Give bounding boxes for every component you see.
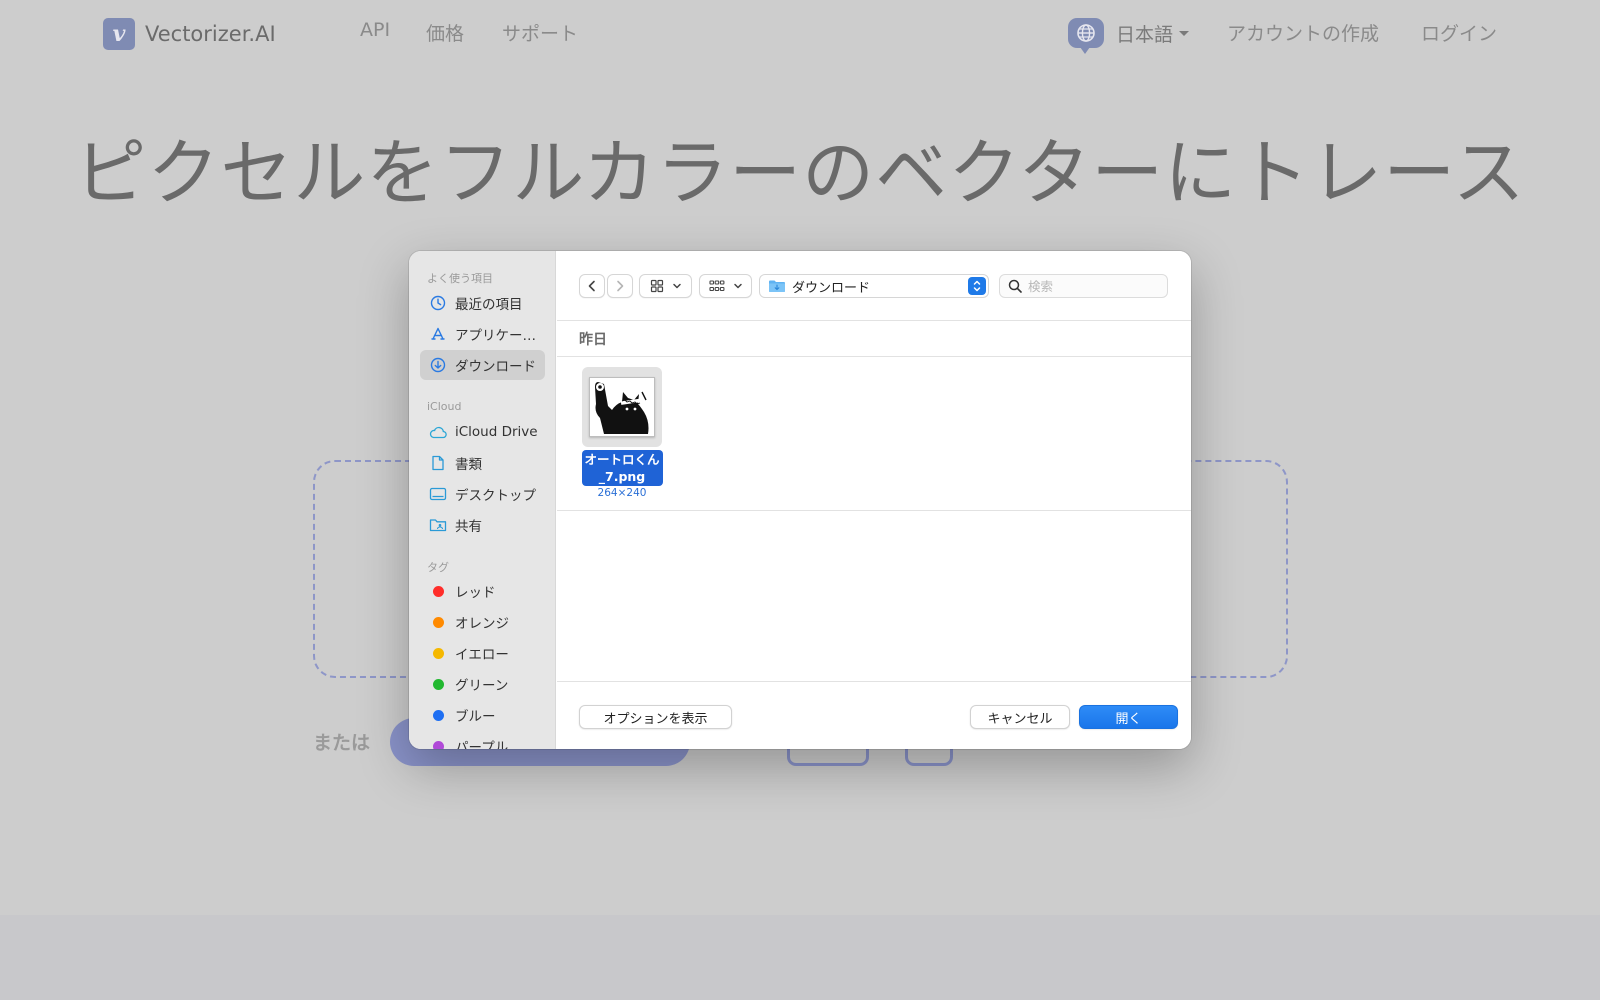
view-mode-button[interactable] xyxy=(639,274,692,298)
tag-dot xyxy=(433,678,444,690)
desktop-icon xyxy=(429,485,447,503)
group-icon xyxy=(708,280,724,292)
sidebar-item-label: レッド xyxy=(455,585,496,601)
page-footer xyxy=(0,915,1600,1000)
shared-folder-icon xyxy=(429,516,447,534)
download-icon xyxy=(429,356,447,374)
cancel-button[interactable]: キャンセル xyxy=(970,705,1070,729)
sidebar-tag-green[interactable]: グリーン xyxy=(420,669,545,699)
dialog-main: ダウンロード 昨日 xyxy=(557,251,1191,749)
logo-icon: v xyxy=(103,18,135,50)
downloads-folder-icon xyxy=(769,280,785,292)
dialog-toolbar: ダウンロード xyxy=(557,251,1191,321)
sidebar-item-label: デスクトップ xyxy=(455,488,536,504)
chevron-left-icon xyxy=(588,280,595,292)
create-account-link[interactable]: アカウントの作成 xyxy=(1227,19,1379,46)
logo-text: Vectorizer.AI xyxy=(145,22,276,46)
file-dimensions: 264×240 xyxy=(597,487,647,499)
dialog-sidebar: よく使う項目 最近の項目 アプリケー… ダウンロード iCloud iCloud xyxy=(409,251,556,749)
sidebar-item-applications[interactable]: アプリケー… xyxy=(420,319,545,349)
file-name: オートロくん_7.png xyxy=(581,450,663,486)
up-down-chevron-icon xyxy=(968,277,986,295)
sidebar-tag-orange[interactable]: オレンジ xyxy=(420,607,545,637)
back-button[interactable] xyxy=(579,274,605,298)
tag-dot xyxy=(433,709,444,721)
file-thumbnail-frame xyxy=(582,367,662,447)
hero-title: ピクセルをフルカラーのベクターにトレース xyxy=(74,131,1526,215)
clock-icon xyxy=(429,294,447,312)
tag-dot xyxy=(433,740,444,749)
show-options-button[interactable]: オプションを表示 xyxy=(579,705,732,729)
nav-link-support[interactable]: サポート xyxy=(502,19,578,46)
sidebar-item-label: パープル xyxy=(455,740,509,749)
file-item[interactable]: オートロくん_7.png 264×240 xyxy=(581,367,663,499)
icloud-heading: iCloud xyxy=(427,400,462,413)
location-label: ダウンロード xyxy=(792,280,871,296)
open-button[interactable]: 開く xyxy=(1079,705,1178,729)
language-selector[interactable]: 日本語 xyxy=(1068,18,1190,54)
document-icon xyxy=(429,454,447,472)
sidebar-item-label: アプリケー… xyxy=(455,328,536,344)
tags-heading: タグ xyxy=(427,561,449,574)
tag-dot xyxy=(433,647,444,659)
globe-icon xyxy=(1068,18,1104,54)
sidebar-item-label: ブルー xyxy=(455,709,496,725)
sidebar-item-label: オレンジ xyxy=(455,616,509,632)
sidebar-item-desktop[interactable]: デスクトップ xyxy=(420,479,545,509)
sidebar-item-label: イエロー xyxy=(455,647,509,663)
sidebar-item-documents[interactable]: 書類 xyxy=(420,448,545,478)
sidebar-item-label: 共有 xyxy=(455,519,482,535)
icon-grid-icon xyxy=(650,279,663,293)
cloud-icon xyxy=(429,423,447,441)
nav-link-api[interactable]: API xyxy=(360,19,390,41)
sidebar-item-label: 書類 xyxy=(455,457,482,473)
chevron-down-icon xyxy=(672,283,681,289)
search-field[interactable] xyxy=(999,274,1168,298)
dialog-footer: オプションを表示 キャンセル 開く xyxy=(557,681,1191,749)
tag-dot xyxy=(433,585,444,597)
applications-icon xyxy=(429,325,447,343)
sidebar-tag-red[interactable]: レッド xyxy=(420,576,545,606)
sidebar-item-label: iCloud Drive xyxy=(455,424,538,440)
nav-link-pricing[interactable]: 価格 xyxy=(426,19,464,46)
chevron-down-icon xyxy=(1179,30,1190,36)
site-logo[interactable]: v Vectorizer.AI xyxy=(103,18,276,50)
sidebar-item-label: 最近の項目 xyxy=(455,297,523,313)
site-header: v Vectorizer.AI API 価格 サポート 日本語 アカウントの作成… xyxy=(0,0,1600,64)
search-icon xyxy=(1008,279,1022,293)
search-input[interactable] xyxy=(1028,278,1158,294)
sidebar-item-shared[interactable]: 共有 xyxy=(420,510,545,540)
tag-dot xyxy=(433,616,444,628)
sidebar-item-downloads[interactable]: ダウンロード xyxy=(420,350,545,380)
language-label: 日本語 xyxy=(1116,23,1174,46)
sidebar-tag-purple[interactable]: パープル xyxy=(420,731,545,749)
chevron-down-icon xyxy=(733,283,742,289)
image-thumbnail xyxy=(589,377,655,437)
cat-illustration-icon xyxy=(595,382,649,434)
sidebar-tag-blue[interactable]: ブルー xyxy=(420,700,545,730)
sidebar-tag-yellow[interactable]: イエロー xyxy=(420,638,545,668)
file-open-dialog: よく使う項目 最近の項目 アプリケー… ダウンロード iCloud iCloud xyxy=(409,251,1191,749)
chevron-right-icon xyxy=(617,280,624,292)
forward-button[interactable] xyxy=(607,274,633,298)
file-browser: オートロくん_7.png 264×240 xyxy=(557,357,1191,511)
sidebar-item-icloud-drive[interactable]: iCloud Drive xyxy=(420,417,545,447)
favorites-heading: よく使う項目 xyxy=(427,272,493,285)
date-group-header: 昨日 xyxy=(557,321,1191,357)
group-by-button[interactable] xyxy=(699,274,752,298)
or-label: または xyxy=(313,732,371,754)
login-link[interactable]: ログイン xyxy=(1421,19,1497,46)
sidebar-item-label: ダウンロード xyxy=(455,359,536,375)
sidebar-item-label: グリーン xyxy=(455,678,509,694)
sidebar-item-recents[interactable]: 最近の項目 xyxy=(420,288,545,318)
location-popup[interactable]: ダウンロード xyxy=(759,274,989,298)
